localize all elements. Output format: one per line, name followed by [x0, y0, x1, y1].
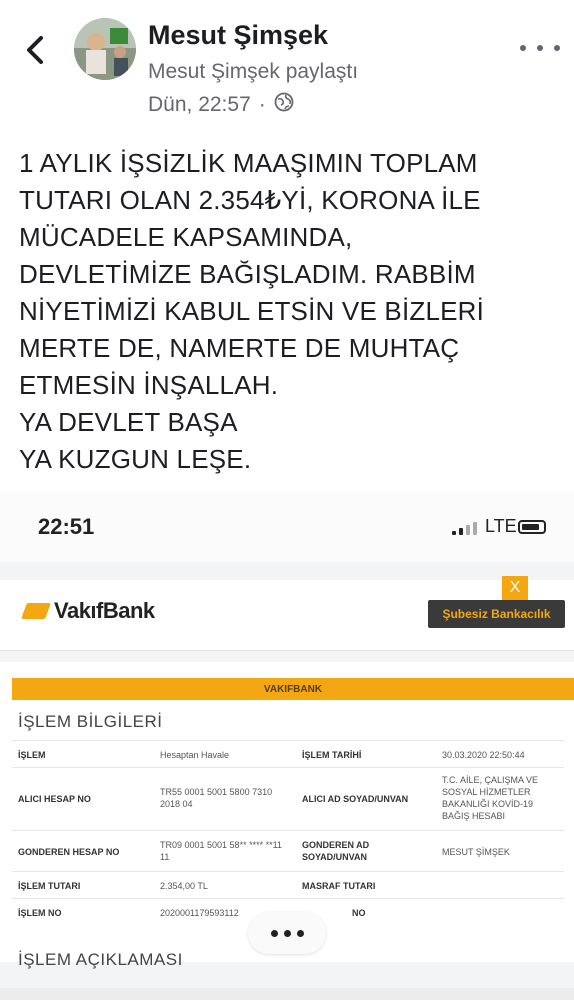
section-title: İŞLEM BİLGİLERİ — [18, 712, 163, 731]
row-label: İŞLEM TUTARI — [18, 881, 81, 891]
row-label: ALICI HESAP NO — [18, 794, 91, 804]
row-label: GONDEREN HESAP NO — [18, 847, 120, 857]
more-photos-button[interactable] — [248, 912, 326, 954]
row-value: TR55 0001 5001 5800 7310 2018 04 — [160, 787, 273, 809]
row-label: NO — [352, 908, 366, 918]
post-line: ETMESİN İNŞALLAH. — [19, 370, 279, 400]
attached-screenshot[interactable]: 22:51 LTE VakıfBank X Şubesiz Bankacılık… — [0, 492, 574, 1000]
vakifbank-logo: VakıfBank — [21, 598, 155, 624]
status-clock: 22:51 — [38, 514, 95, 539]
vakifbank-logo-mark — [21, 603, 51, 619]
post-line: YA DEVLET BAŞA — [19, 407, 238, 437]
row-value: TR09 0001 5001 58** **** **11 11 — [160, 840, 282, 862]
table-row: ALICI HESAP NO TR55 0001 5001 5800 7310 … — [12, 767, 564, 830]
battery-icon — [518, 520, 546, 534]
row-value: 2020001179593112 — [160, 908, 239, 918]
row-label: GONDEREN AD SOYAD/UNVAN — [302, 840, 370, 862]
section-title-2: İŞLEM AÇIKLAMASI — [18, 950, 183, 969]
table-row: GONDEREN HESAP NO TR09 0001 5001 58** **… — [12, 830, 564, 871]
row-value: 30.03.2020 22:50:44 — [442, 750, 525, 760]
close-button[interactable]: X — [502, 576, 528, 600]
table-row: İŞLEM TUTARI 2.354,00 TL MASRAF TUTARI — [12, 871, 564, 898]
post-text: 1 AYLIK İŞSİZLİK MAAŞIMIN TOPLAM TUTARI … — [19, 145, 559, 478]
divider — [0, 988, 574, 1000]
row-label: MASRAF TUTARI — [302, 881, 376, 891]
receipt-band: VAKIFBANK — [12, 678, 574, 700]
post-meta: Dün, 22:57 · — [148, 92, 294, 118]
more-options-icon[interactable] — [520, 38, 560, 58]
row-value: Hesaptan Havale — [160, 750, 230, 760]
row-value: 2.354,00 TL — [160, 881, 208, 891]
signal-icon — [452, 522, 477, 535]
globe-icon — [274, 92, 294, 118]
phone-status-bar: 22:51 LTE — [0, 492, 574, 562]
row-label: ALICI AD SOYAD/UNVAN — [302, 794, 409, 804]
meta-separator: · — [258, 93, 266, 116]
bank-name: VakıfBank — [54, 598, 155, 623]
post-line: 1 AYLIK İŞSİZLİK MAAŞIMIN TOPLAM — [19, 148, 478, 178]
row-label: İŞLEM TARİHİ — [302, 750, 362, 760]
avatar[interactable] — [74, 18, 136, 80]
row-value: T.C. AİLE, ÇALIŞMA VE SOSYAL HİZMETLER B… — [442, 775, 539, 821]
back-arrow-icon[interactable] — [20, 32, 50, 68]
row-label: İŞLEM — [18, 750, 46, 760]
post-header: Mesut Şimşek Mesut Şimşek paylaştı Dün, … — [0, 0, 574, 125]
table-row: İŞLEM Hesaptan Havale İŞLEM TARİHİ 30.03… — [12, 740, 564, 767]
post-line: MÜCADELE KAPSAMINDA, — [19, 222, 353, 252]
post-time[interactable]: Dün, 22:57 — [148, 93, 251, 117]
post-line: TUTARI OLAN 2.354₺Yİ, KORONA İLE — [19, 185, 481, 215]
transaction-table: İŞLEM Hesaptan Havale İŞLEM TARİHİ 30.03… — [12, 740, 564, 925]
network-label: LTE — [485, 516, 517, 536]
branchless-banking-button[interactable]: Şubesiz Bankacılık — [428, 600, 565, 628]
row-label: İŞLEM NO — [18, 908, 62, 918]
shared-by-text: Mesut Şimşek paylaştı — [148, 60, 359, 83]
author-name[interactable]: Mesut Şimşek — [148, 20, 328, 51]
post-line: MERTE DE, NAMERTE DE MUHTAÇ — [19, 333, 460, 363]
post-line: NİYETİMİZİ KABUL ETSİN VE BİZLERİ — [19, 296, 485, 326]
row-value: MESUT ŞİMŞEK — [442, 847, 510, 857]
post-line: DEVLETİMİZE BAĞIŞLADIM. RABBİM — [19, 259, 476, 289]
post-line: YA KUZGUN LEŞE. — [19, 444, 252, 474]
